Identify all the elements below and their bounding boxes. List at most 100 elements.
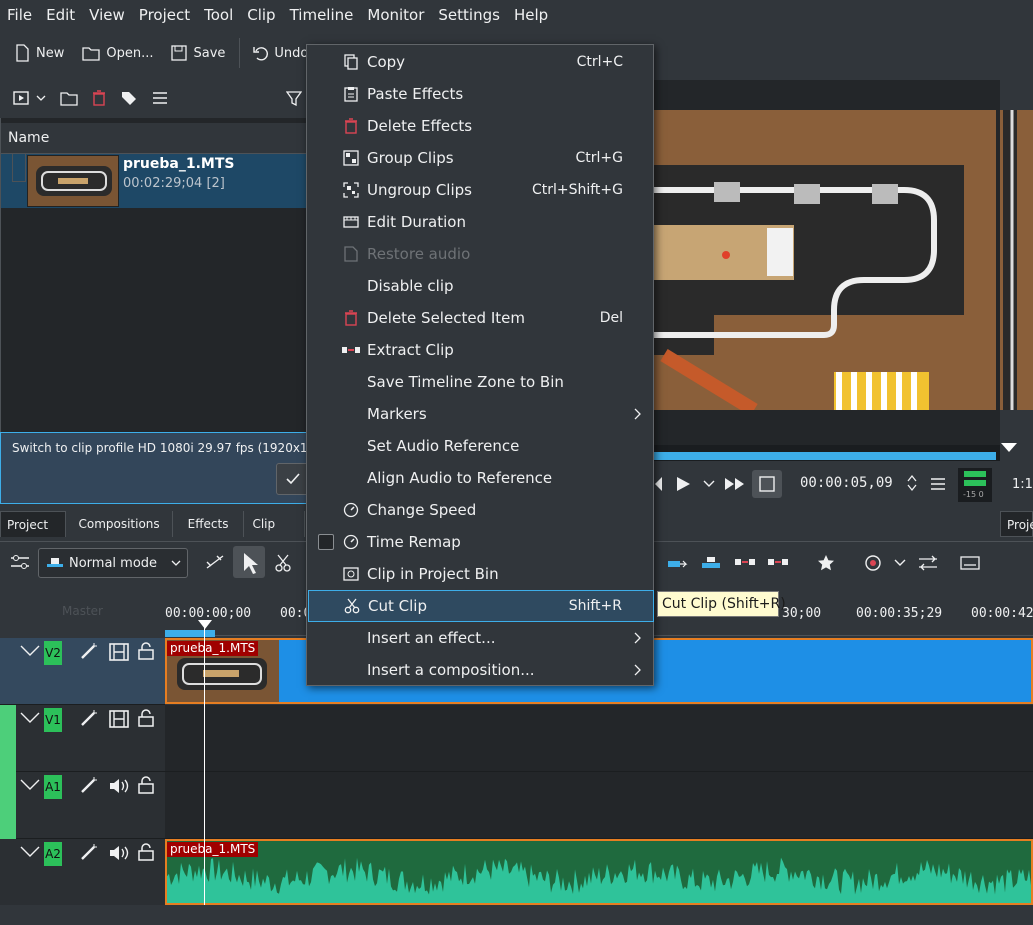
favorite-star-icon[interactable] — [817, 554, 835, 572]
play-icon[interactable] — [675, 476, 691, 492]
tag-icon[interactable] — [120, 90, 138, 106]
track-name-a2[interactable]: A2 — [44, 842, 62, 866]
accept-profile-button[interactable] — [276, 463, 310, 495]
insert-overwrite-icon[interactable] — [666, 555, 688, 569]
menu-settings[interactable]: Settings — [431, 0, 507, 30]
menu-item-change-speed[interactable]: Change Speed — [308, 494, 654, 526]
tab-effects[interactable]: Effects — [173, 511, 245, 537]
menu-item-disable-clip[interactable]: Disable clip — [308, 270, 654, 302]
add-clip-icon[interactable] — [12, 89, 30, 107]
lock-icon[interactable] — [138, 776, 154, 794]
track-name-v1[interactable]: V1 — [44, 708, 62, 732]
lift-icon[interactable] — [700, 555, 722, 569]
film-icon[interactable] — [109, 710, 129, 728]
menu-item-delete-effects[interactable]: Delete Effects — [308, 110, 654, 142]
tree-expander[interactable] — [12, 154, 26, 182]
menu-item-extract-clip[interactable]: Extract Clip — [308, 334, 654, 366]
rewind-icon[interactable] — [654, 476, 662, 492]
time-remap-checkbox[interactable] — [318, 534, 334, 550]
menu-item-group-clips[interactable]: Group Clips Ctrl+G — [308, 142, 654, 174]
chevron-down-icon[interactable] — [894, 559, 906, 567]
fit-zoom-button[interactable] — [752, 470, 782, 498]
menu-item-edit-duration[interactable]: Edit Duration — [308, 206, 654, 238]
monitor-zone-bar[interactable] — [654, 452, 996, 460]
menu-item-time-remap[interactable]: Time Remap — [308, 526, 654, 558]
delete-icon[interactable] — [92, 90, 106, 106]
menu-item-paste-effects[interactable]: Paste Effects — [308, 78, 654, 110]
new-button[interactable]: New — [14, 44, 64, 62]
track-active-indicator-a1[interactable] — [0, 772, 16, 839]
filter-icon[interactable] — [286, 90, 302, 106]
track-name-v2[interactable]: V2 — [44, 641, 62, 665]
menu-item-save-timeline-zone[interactable]: Save Timeline Zone to Bin — [308, 366, 654, 398]
tab-project-monitor[interactable]: Proje — [1000, 511, 1033, 537]
menu-item-delete-selected-item[interactable]: Delete Selected Item Del — [308, 302, 654, 334]
menu-item-cut-clip[interactable]: Cut Clip Shift+R — [308, 590, 654, 622]
chevron-down-icon[interactable] — [20, 846, 40, 858]
menu-item-set-audio-reference[interactable]: Set Audio Reference — [308, 430, 654, 462]
fast-forward-icon[interactable] — [724, 477, 746, 491]
lock-icon[interactable] — [138, 843, 154, 861]
tab-compositions[interactable]: Compositions — [66, 511, 173, 537]
monitor-timecode[interactable]: 00:00:05,09 — [800, 475, 893, 491]
lock-icon[interactable] — [138, 709, 154, 727]
timecode-spinner-icon[interactable] — [906, 473, 918, 493]
menu-edit[interactable]: Edit — [39, 0, 82, 30]
timeline-clip-a2[interactable] — [165, 839, 1033, 905]
open-button[interactable]: Open... — [82, 45, 153, 61]
mixer-icon[interactable] — [918, 555, 938, 571]
speaker-icon[interactable] — [109, 777, 129, 795]
record-icon[interactable] — [864, 554, 882, 572]
playhead-line[interactable] — [204, 622, 205, 905]
menu-monitor[interactable]: Monitor — [360, 0, 431, 30]
effect-wand-icon[interactable] — [80, 776, 98, 794]
project-playhead-marker[interactable] — [1000, 443, 1018, 453]
tab-project-bin[interactable]: Project Bin — [0, 511, 67, 558]
overwrite-zone-icon[interactable] — [767, 556, 789, 568]
tab-clip-properties[interactable]: Clip Prop — [244, 511, 305, 557]
effect-wand-icon[interactable] — [80, 709, 98, 727]
track-settings-icon[interactable] — [10, 554, 30, 570]
add-folder-icon[interactable] — [60, 90, 78, 106]
edit-mode-select[interactable]: Normal mode — [38, 548, 188, 578]
menu-file[interactable]: File — [0, 0, 39, 30]
effect-wand-icon[interactable] — [80, 642, 98, 660]
film-icon[interactable] — [109, 643, 129, 661]
bin-column-header[interactable]: Name — [1, 123, 308, 154]
monitor-menu-icon[interactable] — [930, 477, 946, 491]
menu-clip[interactable]: Clip — [240, 0, 282, 30]
chevron-down-icon[interactable] — [20, 645, 40, 657]
save-button[interactable]: Save — [171, 45, 225, 61]
menu-project[interactable]: Project — [132, 0, 197, 30]
speaker-icon[interactable] — [109, 844, 129, 862]
chevron-down-icon[interactable] — [703, 480, 715, 488]
lock-icon[interactable] — [138, 642, 154, 660]
menu-view[interactable]: View — [82, 0, 132, 30]
undo-button[interactable]: Undo — [252, 45, 308, 61]
menu-timeline[interactable]: Timeline — [283, 0, 361, 30]
menu-item-markers[interactable]: Markers — [308, 398, 654, 430]
extract-zone-icon[interactable] — [734, 556, 756, 568]
track-area-a1[interactable] — [165, 772, 1033, 839]
menu-item-copy[interactable]: Copy Ctrl+C — [308, 46, 654, 78]
spacer-tool-icon[interactable] — [205, 554, 225, 570]
menu-icon[interactable] — [152, 91, 168, 105]
track-active-indicator-v1[interactable] — [0, 705, 16, 772]
chevron-down-icon[interactable] — [20, 712, 40, 724]
menu-item-ungroup-clips[interactable]: Ungroup Clips Ctrl+Shift+G — [308, 174, 654, 206]
playhead-marker[interactable] — [198, 620, 212, 630]
selection-tool-button[interactable] — [233, 546, 265, 578]
effect-wand-icon[interactable] — [80, 843, 98, 861]
razor-tool-icon[interactable] — [274, 554, 292, 572]
track-area-v1[interactable] — [165, 705, 1033, 772]
subtitle-icon[interactable] — [960, 555, 980, 571]
chevron-down-icon[interactable] — [20, 779, 40, 791]
menu-help[interactable]: Help — [507, 0, 555, 30]
menu-item-clip-in-project-bin[interactable]: Clip in Project Bin — [308, 558, 654, 590]
track-name-a1[interactable]: A1 — [44, 775, 62, 799]
timeline-zone[interactable] — [165, 630, 215, 637]
menu-tool[interactable]: Tool — [197, 0, 240, 30]
menu-item-insert-composition[interactable]: Insert a composition... — [308, 654, 654, 686]
chevron-down-icon[interactable] — [36, 94, 46, 102]
menu-item-insert-effect[interactable]: Insert an effect... — [308, 622, 654, 654]
